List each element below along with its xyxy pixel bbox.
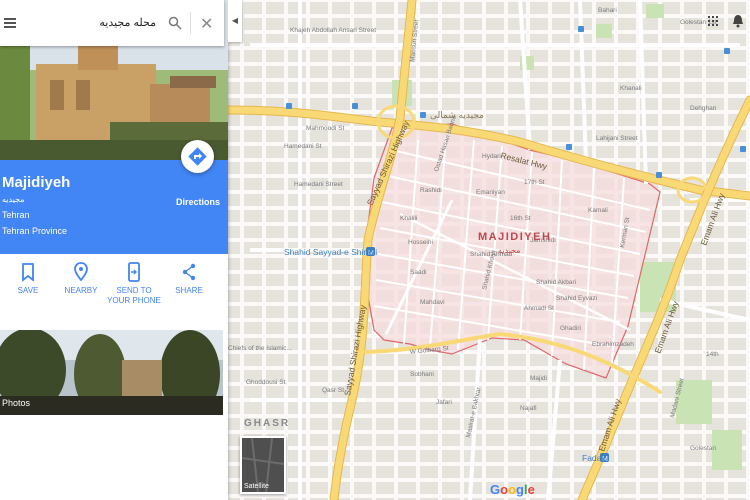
metro-station-label[interactable]: Shahid Sayyad-e Shirazi [284,247,377,257]
park [712,430,742,470]
station-label-fadak[interactable]: Fadak [582,453,606,463]
street-label: Hamedani Street [294,181,343,188]
apps-grid-icon[interactable] [708,16,718,28]
street-label: Khalili [400,215,417,222]
place-native-name: مجیدیه [2,195,25,204]
street-label: Rashidi [420,187,442,194]
notification-bell-icon[interactable] [732,14,744,28]
place-title: Majidiyeh [2,174,71,191]
bookmark-icon [22,263,34,282]
street-label: Hosseini [408,239,433,246]
location-pin-icon [74,262,88,282]
street-label: Saadi [410,269,427,276]
share-icon [182,263,196,281]
place-info-card: Majidiyeh مجیدیه Tehran Tehran Province … [0,140,228,254]
district-label-ghasr: GHASR [244,418,290,429]
map-app: Resalat Hwy Sayyad Shirazi Highway Sayya… [0,0,750,500]
street-label: Jafari [436,399,452,406]
street-label: Kamali [588,207,608,214]
street-label: 17th St [524,179,545,186]
directions-icon [188,147,207,166]
search-icon[interactable] [168,16,182,30]
street-label: Ebrahimzadeh [592,341,634,348]
place-province: Tehran Province [2,226,68,236]
search-input[interactable]: محله مجیدیه [99,16,156,29]
satellite-label: Satellite [244,483,269,490]
directions-label[interactable]: Directions [176,197,220,207]
place-city: Tehran [2,210,30,220]
area-name-label: MAJIDIYEH [478,231,551,243]
street-label: Mahdavi [420,299,445,306]
street-label: Ahmadi St [524,305,554,312]
street-label: Khanali [620,85,642,92]
area-native-label: مجیدیه [498,246,521,255]
street-label: Qasr St [322,387,344,394]
action-row: SAVE NEARBY SEND TO YOUR PHONE SHARE [0,262,228,324]
street-label: Emaniyan [476,189,505,196]
street-label: Golestan [690,445,716,452]
close-icon[interactable]: ✕ [200,14,213,34]
street-label: 16th St [510,215,531,222]
street-label: Shahid Akbari [536,279,576,286]
directions-button[interactable] [181,140,214,173]
street-label: Chiefs of the Islamic... [228,345,292,352]
street-label: Najafi [520,405,537,412]
street-label: Sobhani [410,371,434,378]
park [596,24,612,38]
share-label: SHARE [175,286,203,295]
street-label: Shahid Eyvazi [556,295,597,302]
send-to-phone-icon [128,262,140,282]
street-label: Khajeh Abdollah Ansari Street [290,27,376,34]
save-label: SAVE [17,286,39,295]
north-area-native-label: مجیدیه شمالی [430,111,484,121]
street-label: Majidi [530,375,547,382]
send-to-phone-label: SEND TO YOUR PHONE [107,286,161,305]
street-label: Mahmoodi St [306,125,344,132]
share-button[interactable]: SHARE [161,262,217,296]
nearby-label: NEARBY [64,286,98,295]
street-label: Ghoddousi St [246,379,286,386]
search-box[interactable]: محله مجیدیه ✕ [0,0,224,46]
photos-label: Photos [2,398,31,408]
search-divider [190,12,191,34]
street-label: Ghadiri [560,325,581,332]
nearby-button[interactable]: NEARBY [53,262,109,296]
send-to-phone-button[interactable]: SEND TO YOUR PHONE [106,262,162,306]
street-label: Hydari [482,153,501,160]
street-label: Bahari [598,7,617,14]
photos-thumbnail[interactable]: Photos [0,330,223,415]
side-panel: محله مجیدیه ✕ Majidiyeh مجیدیه Tehran Te… [0,0,228,500]
street-label: 14th [706,351,719,358]
save-button[interactable]: SAVE [0,262,56,296]
collapse-panel-button[interactable]: ◀ [228,0,242,42]
street-label: Hamedani St [284,143,322,150]
satellite-toggle[interactable]: Satellite [240,436,286,494]
street-label: Dehghan [690,105,717,112]
park [646,4,664,18]
hamburger-menu-icon[interactable] [4,18,16,28]
google-logo: Google [490,482,535,497]
street-label: Lahijani Street [596,135,638,142]
